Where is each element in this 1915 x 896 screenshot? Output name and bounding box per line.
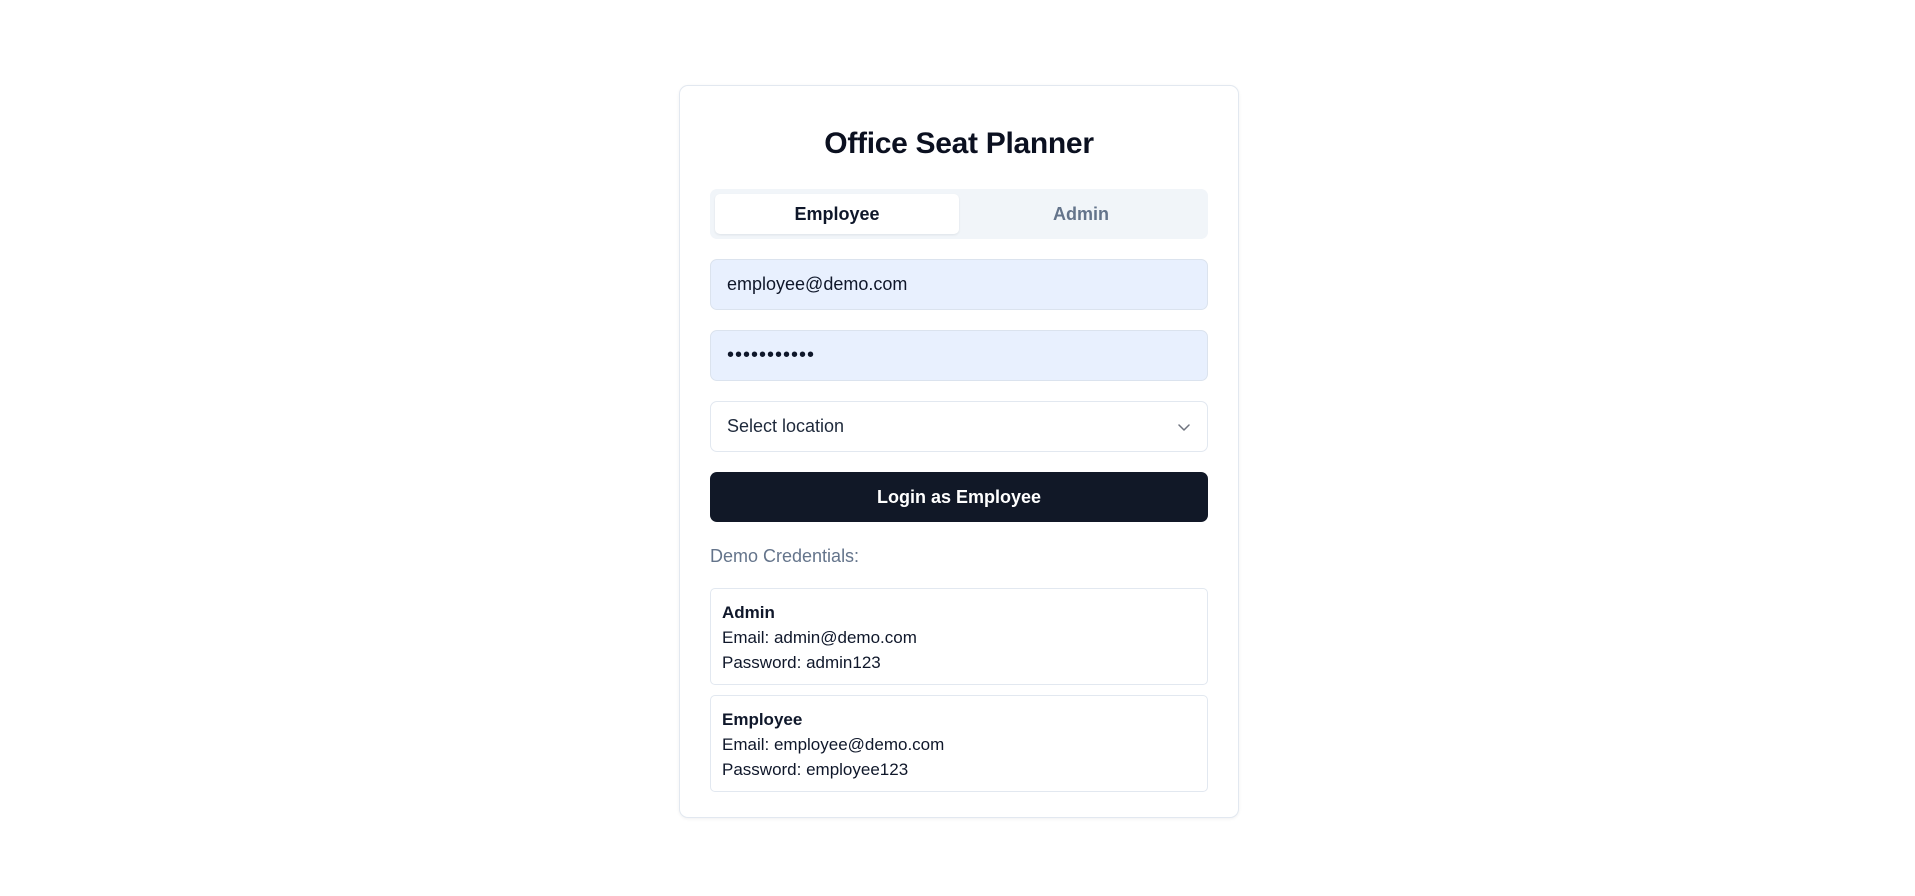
tab-admin[interactable]: Admin [959,194,1203,234]
credential-email: Email: employee@demo.com [722,735,945,754]
credential-password: Password: admin123 [722,653,881,672]
login-button[interactable]: Login as Employee [710,472,1208,522]
password-field[interactable] [727,344,1191,367]
location-select-label: Select location [727,416,845,436]
credential-email: Email: admin@demo.com [722,628,917,647]
credential-role: Admin [722,603,775,622]
login-card: Office Seat Planner Employee Admin Selec… [679,85,1239,818]
tab-employee[interactable]: Employee [715,194,959,234]
demo-credentials-heading: Demo Credentials: [710,546,860,566]
page-title: Office Seat Planner [824,127,1094,160]
chevron-down-icon [1177,420,1191,434]
credential-role: Employee [722,710,803,729]
location-select[interactable]: Select location [710,401,1208,452]
credential-password: Password: employee123 [722,760,909,779]
role-tabs: Employee Admin [710,189,1208,239]
email-field-container [710,259,1208,310]
password-field-container [710,330,1208,381]
email-field[interactable] [727,274,1191,295]
credentials-card-employee: Employee Email: employee@demo.com Passwo… [710,695,1208,792]
credentials-card-admin: Admin Email: admin@demo.com Password: ad… [710,588,1208,685]
